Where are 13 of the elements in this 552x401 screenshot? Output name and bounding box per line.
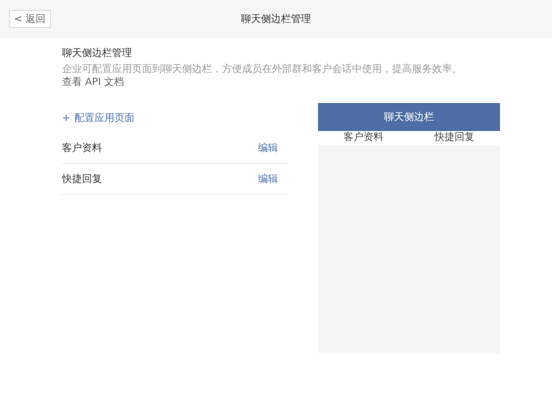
- edit-link[interactable]: 编辑: [258, 172, 278, 186]
- preview-tab[interactable]: 客户资料: [318, 131, 409, 145]
- api-doc-link[interactable]: 查看 API 文档: [62, 77, 124, 88]
- section-title: 聊天侧边栏管理: [62, 46, 133, 60]
- preview-tab[interactable]: 快捷回复: [409, 131, 500, 145]
- page-title: 聊天侧边栏管理: [241, 12, 311, 26]
- page-name: 客户资料: [62, 142, 103, 155]
- preview-header: 聊天侧边栏: [318, 103, 500, 131]
- edit-link[interactable]: 编辑: [258, 141, 278, 155]
- description-text: 企业可配置应用页面到聊天侧边栏，方便成员在外部群和客户会话中使用，提高服务效率。 查看 API 文档: [62, 63, 463, 89]
- page-name: 快捷回复: [62, 172, 103, 186]
- add-page-link[interactable]: + 配置应用页面: [62, 103, 288, 133]
- back-button[interactable]: < 返回: [9, 10, 51, 28]
